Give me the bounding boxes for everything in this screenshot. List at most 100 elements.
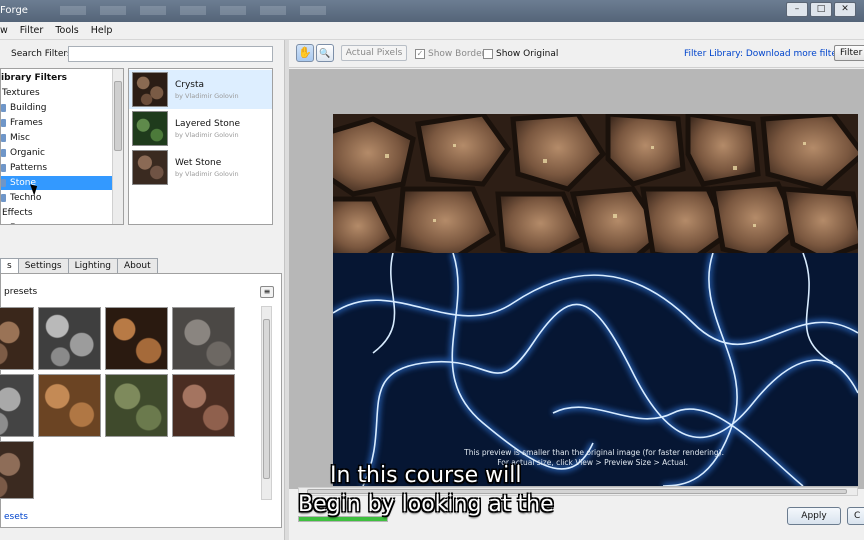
window-controls: – □ ✕ [786,2,856,17]
filter-author: by Vladimir Golovin [175,170,239,178]
filter-name: Layered Stone [175,119,240,129]
tree-item[interactable]: Textures [1,86,113,100]
hand-tool-button[interactable]: ✋ [296,44,314,62]
preset-tile[interactable] [38,307,101,370]
menu-bar: w Filter Tools Help [0,22,864,40]
titlebar-ghost-text [60,6,340,15]
presets-header: presets [4,287,38,297]
tree-item-label: Building [10,103,47,113]
filter-category-tree: ibrary Filters Textures Building Frames Misc… [0,68,124,225]
tree-item-label: Patterns [10,163,48,173]
actual-pixels-button[interactable]: Actual Pixels [341,45,407,61]
search-input[interactable] [68,46,273,62]
presets-scrollbar[interactable] [261,306,272,500]
tree-item[interactable]: Misc [1,131,113,145]
tree-item[interactable]: Frame [1,221,113,225]
presets-scroll-thumb[interactable] [263,319,270,479]
tab-presets[interactable]: s [0,258,19,273]
tree-item[interactable]: Techno [1,191,113,205]
tree-item-label: Frame [10,223,38,224]
search-row: Search Filters: [0,44,280,64]
apply-button[interactable]: Apply [787,507,841,525]
filter-thumbnail [132,111,168,146]
menu-icon[interactable]: ≡ [260,286,274,298]
video-caption-line2: Begin by looking at the [298,492,554,517]
tree-item[interactable]: Frames [1,116,113,130]
filter-list: Crysta by Vladimir Golovin Layered Stone… [128,68,273,225]
tree-item[interactable]: Organic [1,146,113,160]
window-titlebar: Forge – □ ✕ [0,0,864,22]
video-caption-line1: In this course will [330,463,522,488]
hand-icon: ✋ [298,46,312,59]
filter-item[interactable]: Crysta by Vladimir Golovin [129,70,272,109]
folder-icon [1,164,6,172]
zoom-tool-button[interactable]: 🔍 [316,44,334,62]
filter-library-link[interactable]: Filter Library: Download more filters [684,49,845,59]
folder-icon [1,149,6,157]
menu-filter[interactable]: Filter [20,25,44,36]
minimize-button[interactable]: – [786,2,808,17]
stone-preview-region [333,114,858,262]
checkbox-box: ✓ [415,49,425,59]
preset-tile[interactable] [105,374,168,437]
filter-item[interactable]: Wet Stone by Vladimir Golovin [129,148,272,187]
tree-item-label: Textures [2,88,40,98]
preset-tile[interactable] [172,307,235,370]
preset-tile[interactable] [172,374,235,437]
menu-view[interactable]: w [0,25,8,36]
tree-item-label: Effects [2,208,33,218]
tree-item[interactable]: Stone [1,176,113,190]
preview-toolbar: ✋ 🔍 Actual Pixels ✓ Show Border Show Ori… [289,40,864,68]
folder-icon [1,104,6,112]
tab-about[interactable]: About [117,258,158,273]
maximize-button[interactable]: □ [810,2,832,17]
folder-icon [1,224,6,225]
filter-author: by Vladimir Golovin [175,92,239,100]
stone-texture [333,114,858,262]
show-original-label: Show Original [496,49,559,59]
presets-panel: presets ≡ esets [0,273,282,528]
preview-image: This preview is smaller than the origina… [333,114,858,486]
filter-name: Wet Stone [175,158,222,168]
show-border-checkbox[interactable]: ✓ Show Border [415,48,485,60]
tree-scroll-thumb[interactable] [114,81,122,151]
preview-note-line1: This preview is smaller than the origina… [464,448,724,457]
filter-item[interactable]: Layered Stone by Vladimir Golovin [129,109,272,148]
tree-item-label: Misc [10,133,30,143]
window-title: Forge [0,5,28,16]
filter-library-button[interactable]: Filter L [834,45,864,61]
zoom-icon: 🔍 [319,49,331,59]
close-button[interactable]: ✕ [834,2,856,17]
progress-fill [299,517,387,521]
folder-icon [1,194,6,202]
filter-thumbnail [132,72,168,107]
menu-tools[interactable]: Tools [55,25,78,36]
preset-tile[interactable] [38,374,101,437]
tree-item[interactable]: Patterns [1,161,113,175]
tree-item-label: Organic [10,148,46,158]
cancel-button[interactable]: C [847,507,864,525]
folder-icon [1,119,6,127]
show-original-checkbox[interactable]: Show Original [483,48,558,60]
tab-settings[interactable]: Settings [17,258,69,273]
presets-link[interactable]: esets [4,512,28,522]
preset-tile[interactable] [105,307,168,370]
tree-item[interactable]: Building [1,101,113,115]
tree-item[interactable]: Effects [1,206,113,220]
tab-lighting[interactable]: Lighting [67,258,119,273]
tree-item-label: ibrary Filters [1,73,67,83]
preset-tile[interactable] [0,441,34,499]
preset-tile[interactable] [0,307,34,370]
filter-name: Crysta [175,80,205,90]
filter-author: by Vladimir Golovin [175,131,239,139]
settings-tabs: s Settings Lighting About [0,258,158,273]
menu-help[interactable]: Help [91,25,113,36]
filter-thumbnail [132,150,168,185]
preset-tile[interactable] [0,374,34,437]
preview-canvas[interactable]: This preview is smaller than the origina… [289,69,864,489]
tree-item[interactable]: ibrary Filters [1,71,113,85]
checkbox-box [483,49,493,59]
folder-icon [1,134,6,142]
folder-icon [1,179,6,187]
tree-scrollbar[interactable] [112,69,123,224]
